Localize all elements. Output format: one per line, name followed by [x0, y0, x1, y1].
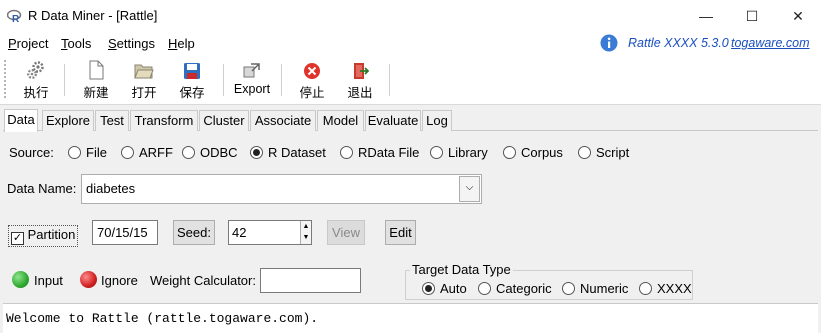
tab-model[interactable]: Model [317, 110, 364, 131]
weight-calculator-label: Weight Calculator: [150, 273, 256, 288]
export-icon [243, 63, 260, 78]
title-bar: R R Data Miner - [Rattle] — ☐ ✕ [0, 0, 821, 32]
gears-icon [27, 61, 44, 79]
toolbar-separator [281, 64, 282, 96]
chevron-down-icon[interactable]: ⌵ [459, 176, 480, 202]
tab-transform[interactable]: Transform [130, 110, 198, 131]
new-button[interactable]: 新建 [75, 58, 117, 101]
save-disk-icon [184, 63, 200, 79]
close-button[interactable]: ✕ [775, 0, 821, 32]
log-textview[interactable]: Welcome to Rattle (rattle.togaware.com). [3, 303, 818, 333]
export-button[interactable]: Export [231, 58, 273, 96]
tab-cluster[interactable]: Cluster [199, 110, 249, 131]
partition-input[interactable]: 70/15/15 [92, 220, 158, 245]
execute-button[interactable]: 执行 [15, 58, 57, 101]
checkbox-checked-icon: ✓ [11, 232, 24, 245]
stop-label: 停止 [299, 86, 325, 100]
toolbar-separator [389, 64, 390, 96]
r-logo-icon: R [7, 9, 22, 23]
save-label: 保存 [179, 86, 205, 100]
source-option-script[interactable]: Script [578, 145, 629, 160]
data-name-value: diabetes [86, 181, 136, 196]
target-data-type-group: Target Data Type Auto Categoric Numeric … [405, 262, 693, 300]
source-option-odbc[interactable]: ODBC [182, 145, 238, 160]
tab-associate[interactable]: Associate [250, 110, 316, 131]
source-option-library[interactable]: Library [430, 145, 488, 160]
tab-log[interactable]: Log [422, 110, 452, 131]
open-label: 打开 [131, 86, 157, 100]
toolbar: 执行 新建 打开 保存 Export 停止 退出 [0, 54, 821, 105]
stop-icon [304, 63, 320, 79]
edit-button[interactable]: Edit [385, 220, 416, 245]
quit-label: 退出 [347, 86, 373, 100]
tab-explore[interactable]: Explore [42, 110, 94, 131]
window-title: R Data Miner - [Rattle] [28, 8, 158, 23]
quit-button[interactable]: 退出 [339, 58, 381, 101]
exit-door-icon [354, 63, 369, 79]
new-label: 新建 [83, 86, 109, 100]
source-option-r-dataset[interactable]: R Dataset [250, 145, 326, 160]
execute-label: 执行 [23, 86, 49, 100]
minimize-button[interactable]: — [683, 0, 729, 32]
save-button[interactable]: 保存 [171, 58, 213, 101]
stop-button[interactable]: 停止 [291, 58, 333, 101]
target-option-numeric[interactable]: Numeric [562, 281, 628, 296]
spinner-down-icon[interactable]: ▼ [300, 232, 311, 244]
menu-tools[interactable]: Tools [61, 36, 91, 51]
seed-spinner[interactable]: 42 ▲ ▼ [228, 220, 312, 245]
export-label: Export [233, 82, 271, 96]
toolbar-grip[interactable] [4, 60, 9, 98]
svg-text:R: R [12, 14, 20, 23]
toolbar-separator [223, 64, 224, 96]
menu-settings[interactable]: Settings [108, 36, 155, 51]
version-text: Rattle XXXX 5.3.0 [628, 36, 729, 50]
folder-open-icon [134, 64, 154, 79]
spinner-up-icon[interactable]: ▲ [300, 221, 311, 232]
seed-button[interactable]: Seed: [173, 220, 215, 245]
data-name-combobox[interactable]: diabetes ⌵ [81, 174, 482, 204]
info-icon [600, 34, 618, 52]
menu-bar: Project Tools Settings Help Rattle XXXX … [0, 32, 821, 54]
target-option-xxxx[interactable]: XXXX [639, 281, 692, 296]
tab-test[interactable]: Test [95, 110, 129, 131]
source-option-corpus[interactable]: Corpus [503, 145, 563, 160]
new-file-icon [89, 60, 104, 80]
menu-project[interactable]: Project [8, 36, 48, 51]
menu-help[interactable]: Help [168, 36, 195, 51]
togaware-link[interactable]: togaware.com [731, 36, 810, 50]
data-name-label: Data Name: [7, 181, 77, 196]
target-data-type-legend: Target Data Type [410, 262, 513, 277]
source-option-file[interactable]: File [68, 145, 107, 160]
toolbar-separator [64, 64, 65, 96]
partition-checkbox[interactable]: ✓ Partition [8, 225, 79, 247]
welcome-message: Welcome to Rattle (rattle.togaware.com). [6, 311, 319, 326]
source-option-arff[interactable]: ARFF [121, 145, 173, 160]
maximize-button[interactable]: ☐ [729, 0, 775, 32]
weight-calculator-input[interactable] [260, 268, 361, 293]
source-option-rdata-file[interactable]: RData File [340, 145, 419, 160]
view-button[interactable]: View [327, 220, 365, 245]
target-option-categoric[interactable]: Categoric [478, 281, 552, 296]
green-ball-icon [12, 271, 29, 288]
target-option-auto[interactable]: Auto [422, 281, 467, 296]
open-button[interactable]: 打开 [123, 58, 165, 101]
red-ball-icon [80, 271, 97, 288]
source-label: Source: [9, 145, 54, 160]
tab-data[interactable]: Data [4, 109, 38, 132]
tab-evaluate[interactable]: Evaluate [365, 110, 421, 131]
